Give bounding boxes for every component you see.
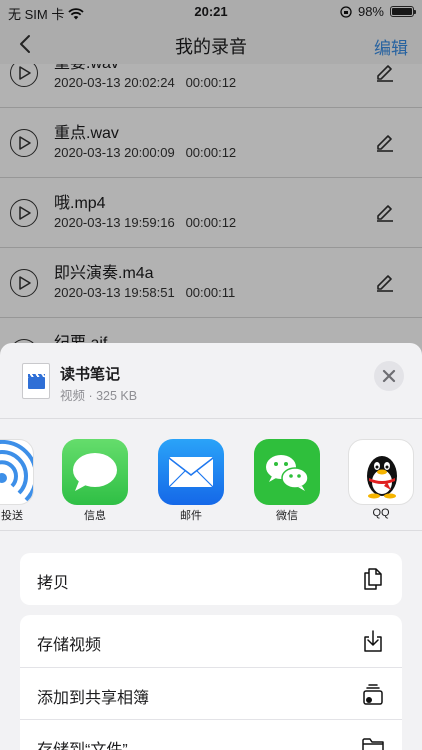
airdrop-label: 投送: [1, 510, 23, 522]
qq-app[interactable]: [348, 439, 414, 505]
actions-group-save: 存储视频 添加到共享相簿 存储到“文件”: [20, 615, 402, 750]
action-save-video[interactable]: 存储视频: [20, 615, 402, 667]
shared-album-icon: [363, 684, 383, 705]
mail-icon: [168, 457, 214, 488]
action-label: 拷贝: [37, 575, 70, 592]
action-label: 存储到“文件”: [37, 736, 128, 750]
airdrop-icon: [0, 440, 33, 502]
wechat-icon: [266, 455, 309, 491]
airdrop-app[interactable]: [0, 439, 34, 505]
wechat-app[interactable]: [254, 439, 320, 505]
action-shared-album[interactable]: 添加到共享相簿: [20, 667, 402, 719]
share-sheet: 读书笔记 视频 · 325 KB 投送 信息 邮件 微信 QQ 拷贝 存储视频 …: [0, 343, 422, 750]
video-file-icon: [22, 363, 50, 399]
mail-app[interactable]: [158, 439, 224, 505]
close-icon: [382, 369, 396, 383]
share-sheet-header: 读书笔记 视频 · 325 KB: [0, 343, 422, 419]
action-save-to-files[interactable]: 存储到“文件”: [20, 719, 402, 750]
folder-icon: [362, 738, 384, 750]
messages-app[interactable]: [62, 439, 128, 505]
save-download-icon: [364, 630, 382, 652]
mail-label: 邮件: [180, 510, 202, 522]
share-apps-row: 投送 信息 邮件 微信 QQ: [0, 419, 422, 531]
action-label: 添加到共享相簿: [37, 690, 150, 707]
file-info: 视频 · 325 KB: [60, 389, 138, 403]
close-button[interactable]: [374, 361, 404, 391]
action-label: 存储视频: [37, 637, 102, 654]
qq-label: QQ: [372, 507, 390, 519]
file-name: 读书笔记: [60, 366, 121, 383]
action-copy[interactable]: 拷贝: [20, 553, 402, 605]
wechat-label: 微信: [276, 510, 298, 522]
qq-penguin-icon: [367, 456, 397, 499]
messages-icon: [73, 453, 117, 491]
copy-icon: [364, 568, 382, 590]
messages-label: 信息: [84, 510, 106, 522]
actions-group-copy: 拷贝: [20, 553, 402, 605]
